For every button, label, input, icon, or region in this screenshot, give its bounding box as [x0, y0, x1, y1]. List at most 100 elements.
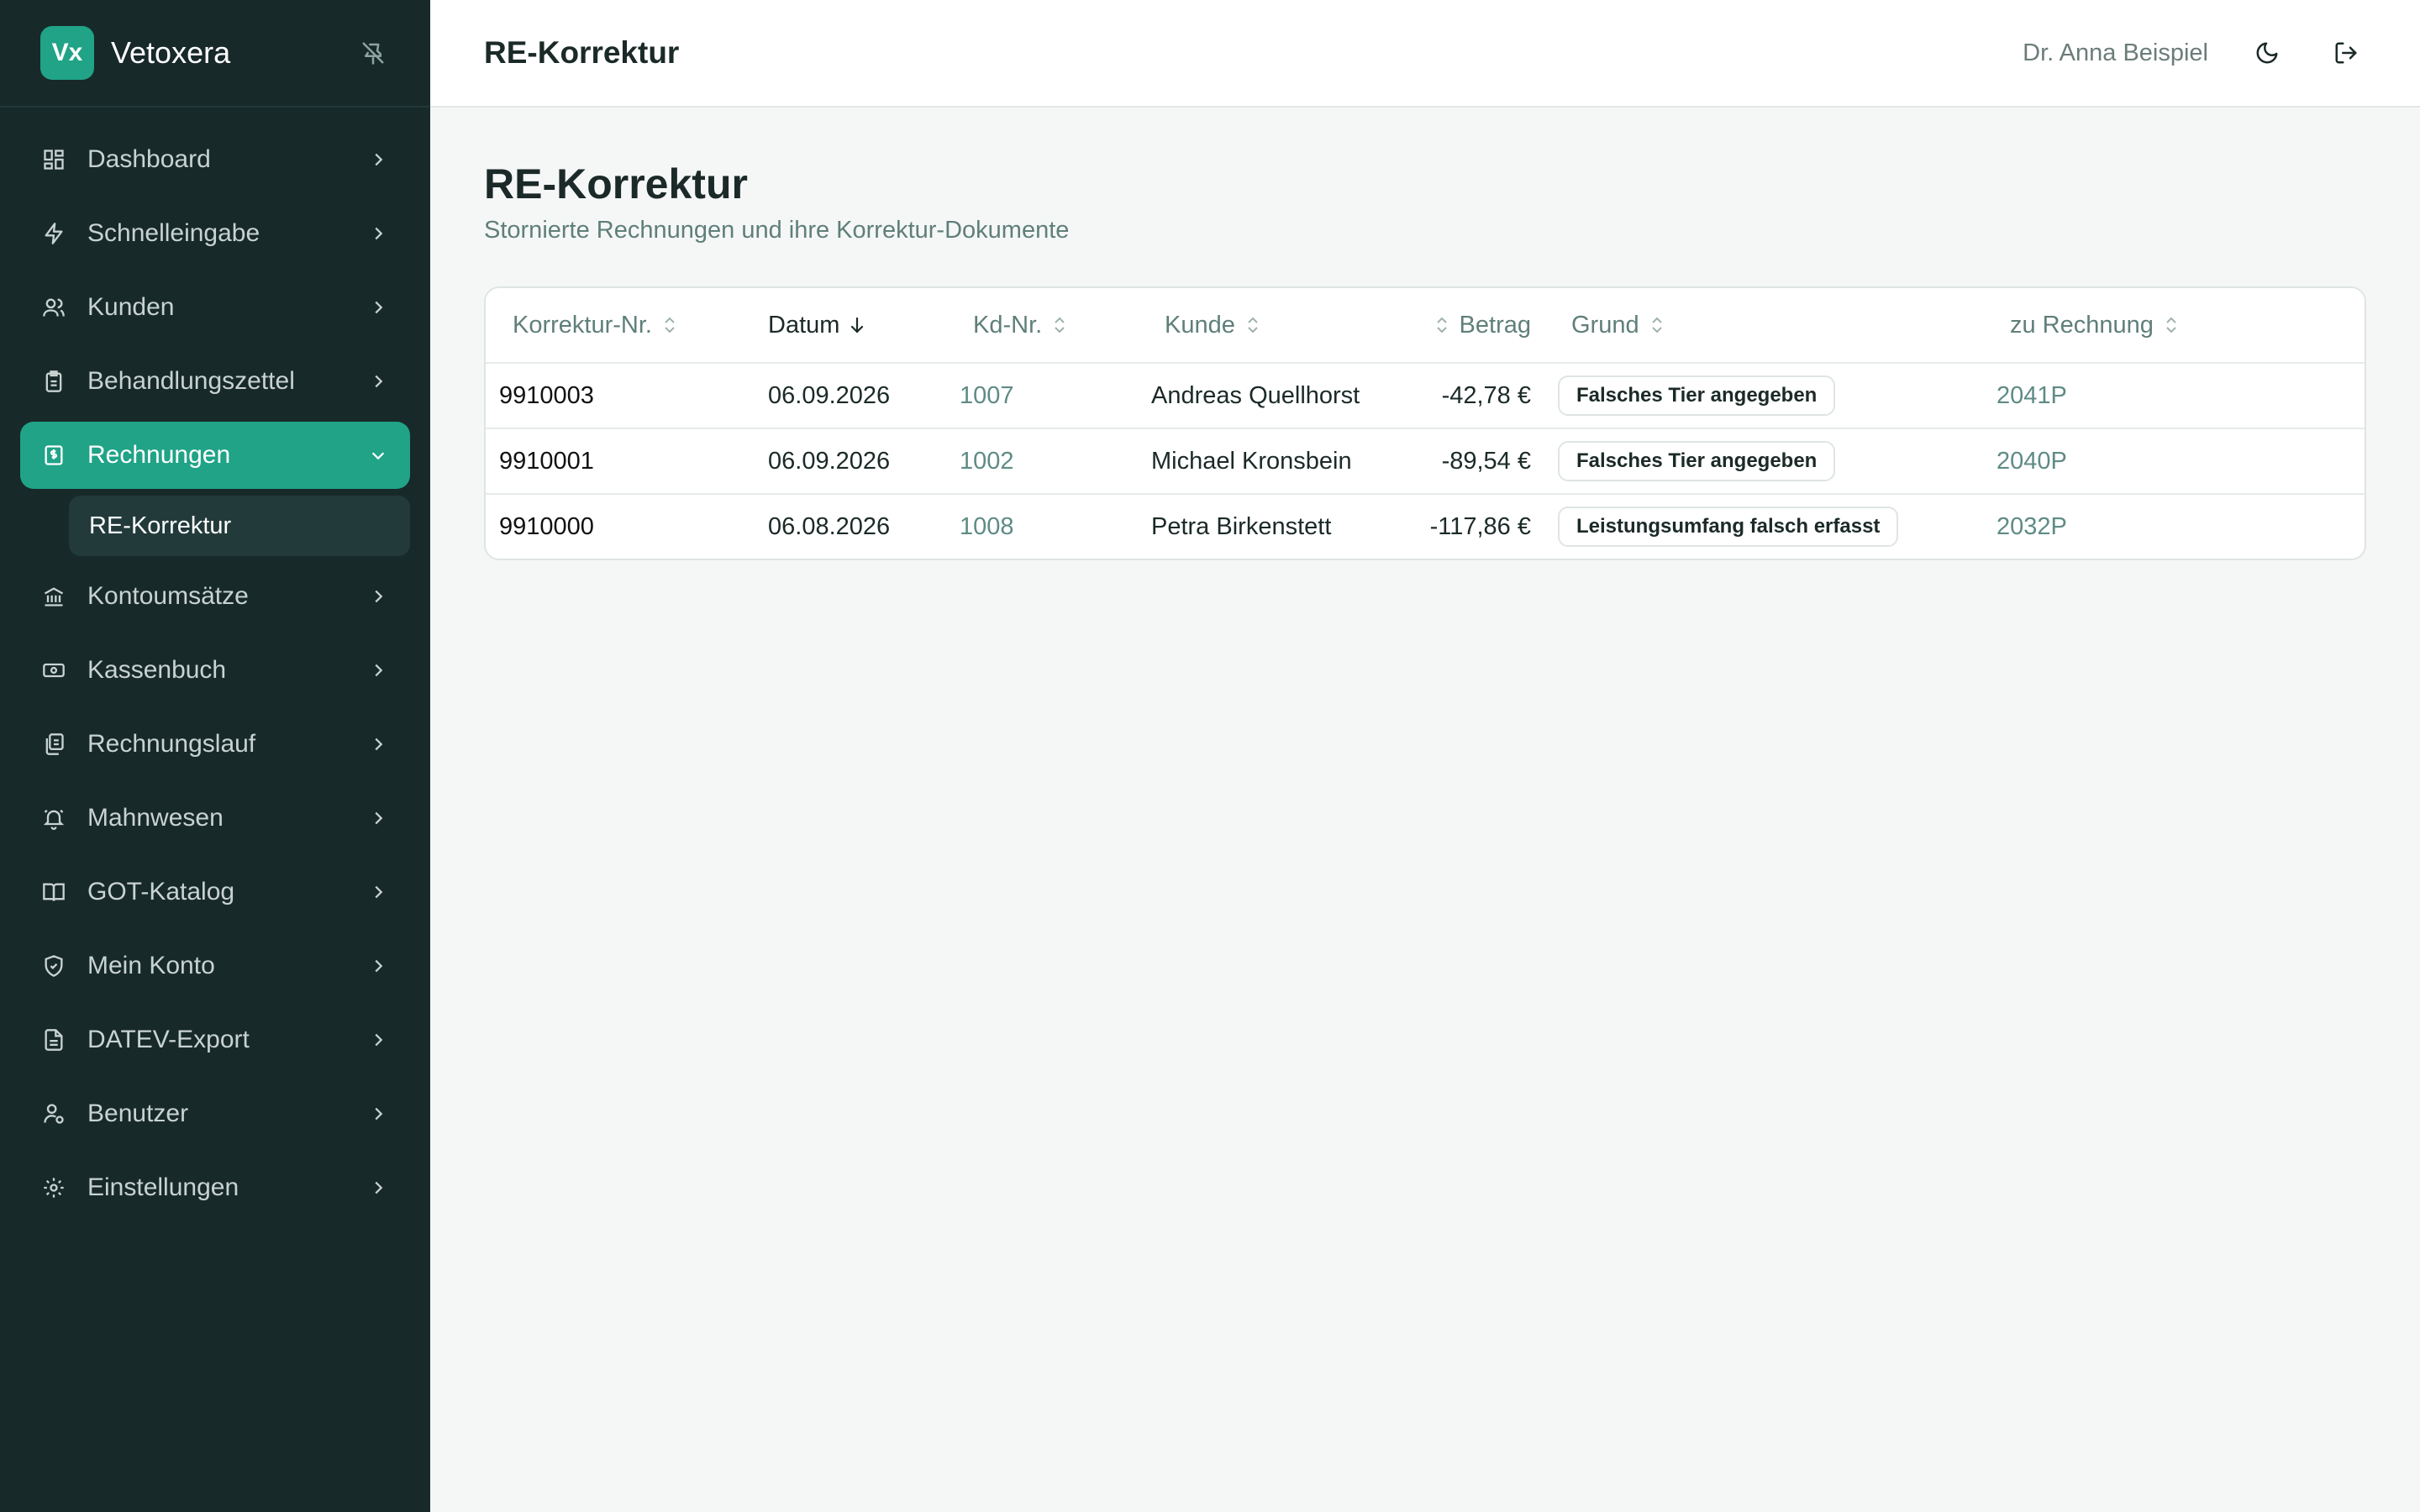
chevron-right-icon: [366, 1028, 390, 1052]
column-header-label: Datum: [768, 311, 840, 339]
sidebar-item-label: Rechnungen: [87, 441, 231, 469]
chevron-down-icon: [366, 444, 390, 467]
sidebar-nav: Dashboard Schnelleingabe Kunden Behandlu…: [0, 108, 430, 1221]
sidebar-item-label: Kunden: [87, 293, 175, 321]
bank-icon: [40, 583, 67, 610]
datum-cell: 06.08.2026: [768, 512, 891, 540]
shield-icon: [40, 953, 67, 979]
page-title: RE-Korrektur: [484, 160, 748, 207]
grund-cell: Leistungsumfang falsch erfasst: [1544, 507, 1996, 547]
betrag-cell: -89,54 €: [1441, 447, 1531, 475]
sidebar-item-label: Kassenbuch: [87, 656, 227, 684]
kd-nr-link[interactable]: 1008: [960, 513, 1151, 541]
sidebar-item-rechnungslauf[interactable]: Rechnungslauf: [20, 711, 410, 778]
column-header-label: Grund: [1571, 311, 1639, 339]
grund-badge: Leistungsumfang falsch erfasst: [1558, 507, 1899, 547]
column-header-kd-nr[interactable]: Kd-Nr.: [960, 312, 1151, 339]
column-header-korrektur-nr[interactable]: Korrektur-Nr.: [486, 312, 768, 339]
users-icon: [40, 294, 67, 321]
korrektur-nr-cell: 9910001: [499, 447, 594, 475]
column-header-zu-rechnung[interactable]: zu Rechnung: [1996, 312, 2365, 339]
sidebar-item-einstellungen[interactable]: Einstellungen: [20, 1154, 410, 1221]
rechnung-link[interactable]: 2032P: [1996, 513, 2365, 541]
sort-icon: [1433, 313, 1451, 337]
bell-icon: [40, 805, 67, 832]
rechnung-link[interactable]: 2040P: [1996, 448, 2365, 475]
app-logo[interactable]: Vx: [40, 26, 94, 80]
datum-cell: 06.09.2026: [768, 447, 891, 475]
moon-icon[interactable]: [2247, 33, 2287, 73]
invoice-icon: [40, 442, 67, 469]
korrektur-nr-cell: 9910000: [499, 512, 594, 540]
datum-cell: 06.09.2026: [768, 381, 891, 409]
kunde-cell: Michael Kronsbein: [1151, 447, 1352, 475]
topbar-title: RE-Korrektur: [484, 35, 680, 70]
sidebar-item-mahnwesen[interactable]: Mahnwesen: [20, 785, 410, 852]
sidebar-item-datev-export[interactable]: DATEV-Export: [20, 1006, 410, 1074]
sidebar-item-behandlungszettel[interactable]: Behandlungszettel: [20, 348, 410, 415]
rechnung-link[interactable]: 2041P: [1996, 382, 2365, 410]
chevron-right-icon: [366, 148, 390, 171]
column-header-label: Kunde: [1165, 311, 1235, 339]
sidebar-item-label: Mahnwesen: [87, 804, 224, 832]
sidebar-item-label: DATEV-Export: [87, 1026, 250, 1053]
chevron-right-icon: [366, 732, 390, 756]
unpin-sidebar-icon[interactable]: [356, 36, 390, 70]
chevron-right-icon: [366, 370, 390, 393]
kunde-cell: Petra Birkenstett: [1151, 512, 1332, 540]
kd-nr-link[interactable]: 1002: [960, 448, 1151, 475]
column-header-datum[interactable]: Datum: [768, 312, 960, 339]
app-name: Vetoxera: [111, 35, 231, 70]
sidebar-item-kunden[interactable]: Kunden: [20, 274, 410, 341]
dashboard-icon: [40, 146, 67, 173]
kd-nr-link[interactable]: 1007: [960, 382, 1151, 410]
sort-icon: [1050, 313, 1069, 337]
sidebar-item-schnelleingabe[interactable]: Schnelleingabe: [20, 200, 410, 267]
column-header-betrag[interactable]: Betrag: [1403, 312, 1544, 339]
sort-icon: [660, 313, 679, 337]
grund-cell: Falsches Tier angegeben: [1544, 375, 1996, 416]
sidebar-item-label: Einstellungen: [87, 1173, 239, 1201]
betrag-cell: -117,86 €: [1429, 512, 1531, 540]
sidebar-item-label: Behandlungszettel: [87, 367, 295, 395]
user-name[interactable]: Dr. Anna Beispiel: [2023, 39, 2208, 67]
table-row[interactable]: 9910001 06.09.2026 1002 Michael Kronsbei…: [486, 428, 2365, 493]
sidebar-item-mein-konto[interactable]: Mein Konto: [20, 932, 410, 1000]
chevron-right-icon: [366, 954, 390, 978]
logout-icon[interactable]: [2326, 33, 2366, 73]
book-icon: [40, 879, 67, 906]
table-row[interactable]: 9910000 06.08.2026 1008 Petra Birkenstet…: [486, 493, 2365, 559]
column-header-label: Korrektur-Nr.: [513, 311, 652, 339]
sidebar-item-label: Rechnungslauf: [87, 730, 256, 758]
sidebar-item-rechnungen[interactable]: Rechnungen: [20, 422, 410, 489]
chevron-right-icon: [366, 806, 390, 830]
brand-header: Vx Vetoxera: [0, 0, 430, 108]
gear-icon: [40, 1174, 67, 1201]
column-header-grund[interactable]: Grund: [1544, 312, 1996, 339]
chevron-right-icon: [366, 296, 390, 319]
clipboard-icon: [40, 368, 67, 395]
sort-descending-icon: [848, 313, 866, 337]
table-row[interactable]: 9910003 06.09.2026 1007 Andreas Quellhor…: [486, 362, 2365, 428]
sidebar-item-dashboard[interactable]: Dashboard: [20, 126, 410, 193]
sidebar: Vx Vetoxera Dashboard Schnelleingabe Kun…: [0, 0, 430, 1512]
chevron-right-icon: [366, 880, 390, 904]
column-header-kunde[interactable]: Kunde: [1151, 312, 1403, 339]
column-header-label: Betrag: [1459, 311, 1531, 339]
correction-table: Korrektur-Nr. Datum Kd-Nr. Kunde Betrag …: [484, 286, 2366, 560]
chevron-right-icon: [366, 222, 390, 245]
chevron-right-icon: [366, 1176, 390, 1200]
sort-icon: [2162, 313, 2181, 337]
sidebar-item-got-katalog[interactable]: GOT-Katalog: [20, 858, 410, 926]
chevron-right-icon: [366, 659, 390, 682]
cash-icon: [40, 657, 67, 684]
chevron-right-icon: [366, 1102, 390, 1126]
sidebar-subitem-re-korrektur[interactable]: RE-Korrektur: [69, 496, 410, 556]
sidebar-item-kassenbuch[interactable]: Kassenbuch: [20, 637, 410, 704]
sidebar-item-label: Dashboard: [87, 145, 211, 173]
chevron-right-icon: [366, 585, 390, 608]
sidebar-item-kontoumsaetze[interactable]: Kontoumsätze: [20, 563, 410, 630]
topbar: RE-Korrektur Dr. Anna Beispiel: [430, 0, 2420, 108]
sort-icon: [1244, 313, 1262, 337]
sidebar-item-benutzer[interactable]: Benutzer: [20, 1080, 410, 1147]
